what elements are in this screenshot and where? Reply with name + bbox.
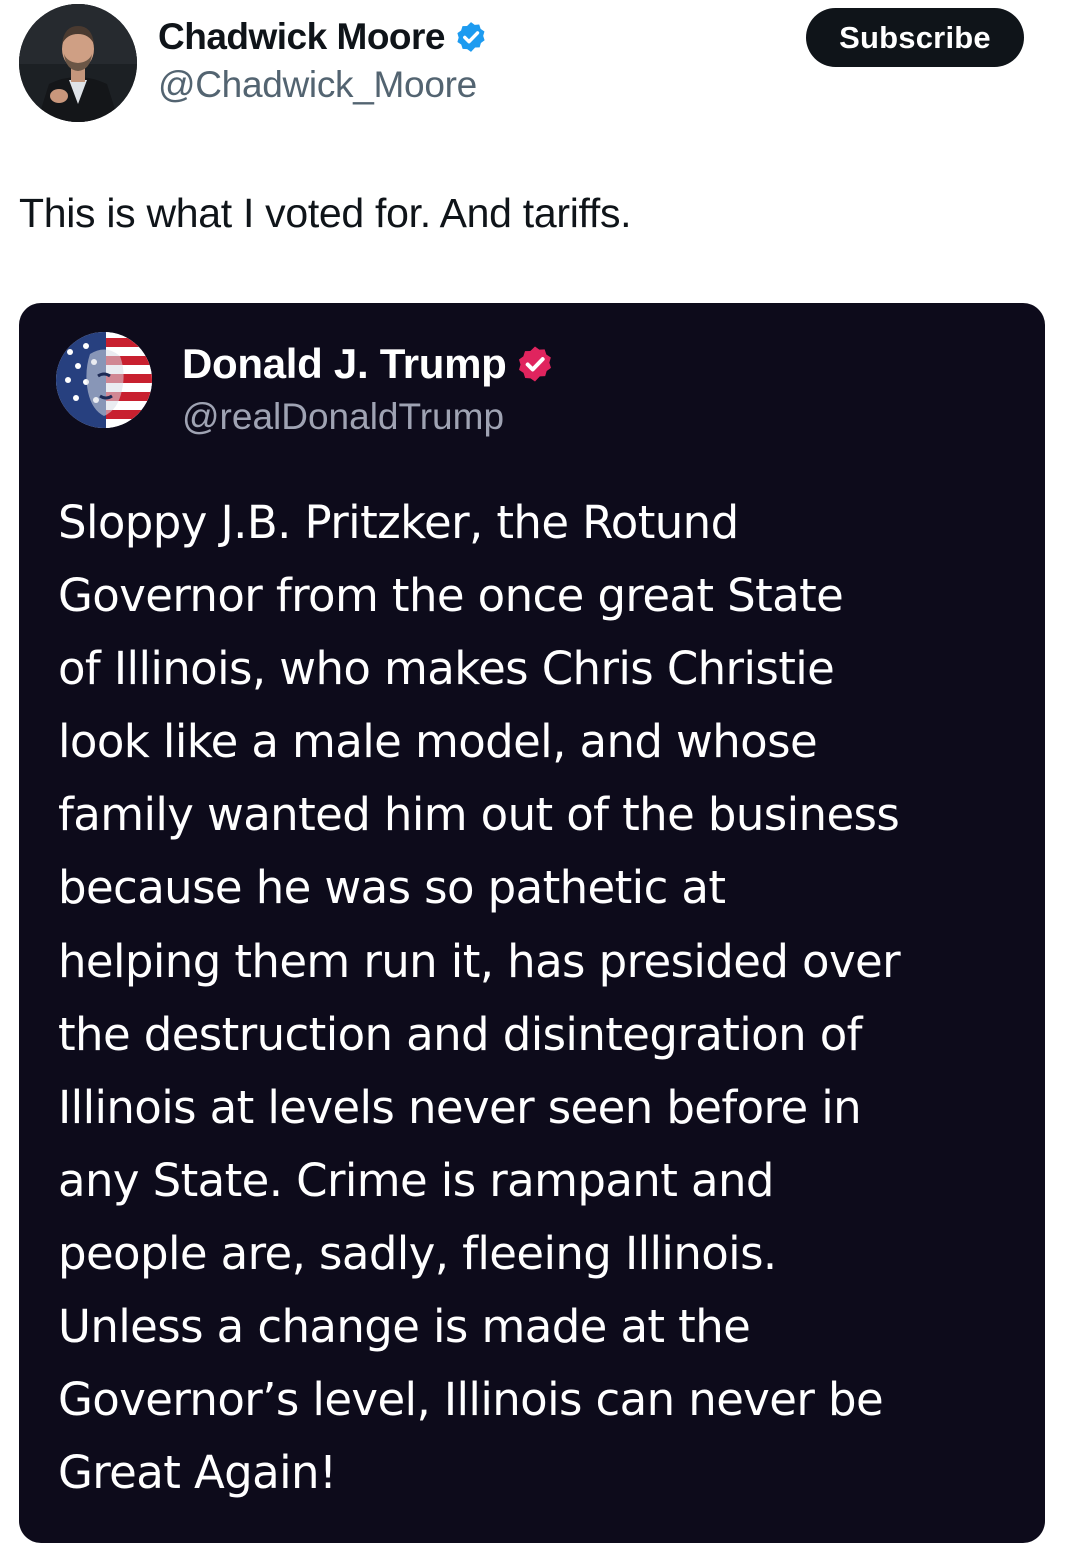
verified-badge-icon [454,20,488,54]
quoted-author-avatar[interactable] [56,332,152,428]
post-text: This is what I voted for. And tariffs. [19,190,632,236]
quoted-post-line: Sloppy J.B. Pritzker, the Rotund [58,496,739,549]
author-name-row[interactable]: Chadwick Moore [158,12,488,62]
quoted-post-line: Illinois at levels never seen before in [58,1080,862,1134]
quoted-author-name-row[interactable]: Donald J. Trump [182,338,555,390]
quoted-post-line: Governor’s level, Illinois can never be [58,1373,884,1427]
quoted-post-line: the destruction and disintegration of [58,1007,863,1061]
quoted-author-name[interactable]: Donald J. Trump [182,340,507,388]
author-avatar-image [19,4,137,122]
quoted-post-card[interactable]: Donald J. Trump @realDonaldTrump Sloppy … [19,303,1045,1543]
author-handle[interactable]: @Chadwick_Moore [158,64,477,106]
author-name[interactable]: Chadwick Moore [158,16,446,58]
quoted-author-handle[interactable]: @realDonaldTrump [182,396,504,438]
quoted-post-line: Unless a change is made at the [58,1300,751,1354]
quoted-post-body: Sloppy J.B. Pritzker, the Rotund Governo… [58,486,1028,1509]
verified-badge-icon [515,344,555,384]
quoted-post-line: helping them run it, has presided over [58,934,901,988]
quoted-post-line: because he was so pathetic at [58,861,726,915]
subscribe-button[interactable]: Subscribe [806,8,1024,67]
quoted-post-line: look like a male model, and whose [58,715,818,769]
tweet: Chadwick Moore @Chadwick_Moore Subscribe… [0,0,1066,1543]
quoted-post-line: people are, sadly, fleeing Illinois. [58,1226,777,1280]
quoted-post-line: family wanted him out of the business [58,788,900,842]
quoted-post-line: any State. Crime is rampant and [58,1153,774,1207]
quoted-author-avatar-image [56,332,152,428]
quoted-post-line: of Illinois, who makes Chris Christie [58,642,835,696]
quoted-post-line: Great Again! [58,1446,337,1500]
quoted-post-line: Governor from the once great State [58,569,844,623]
author-avatar[interactable] [19,4,137,122]
